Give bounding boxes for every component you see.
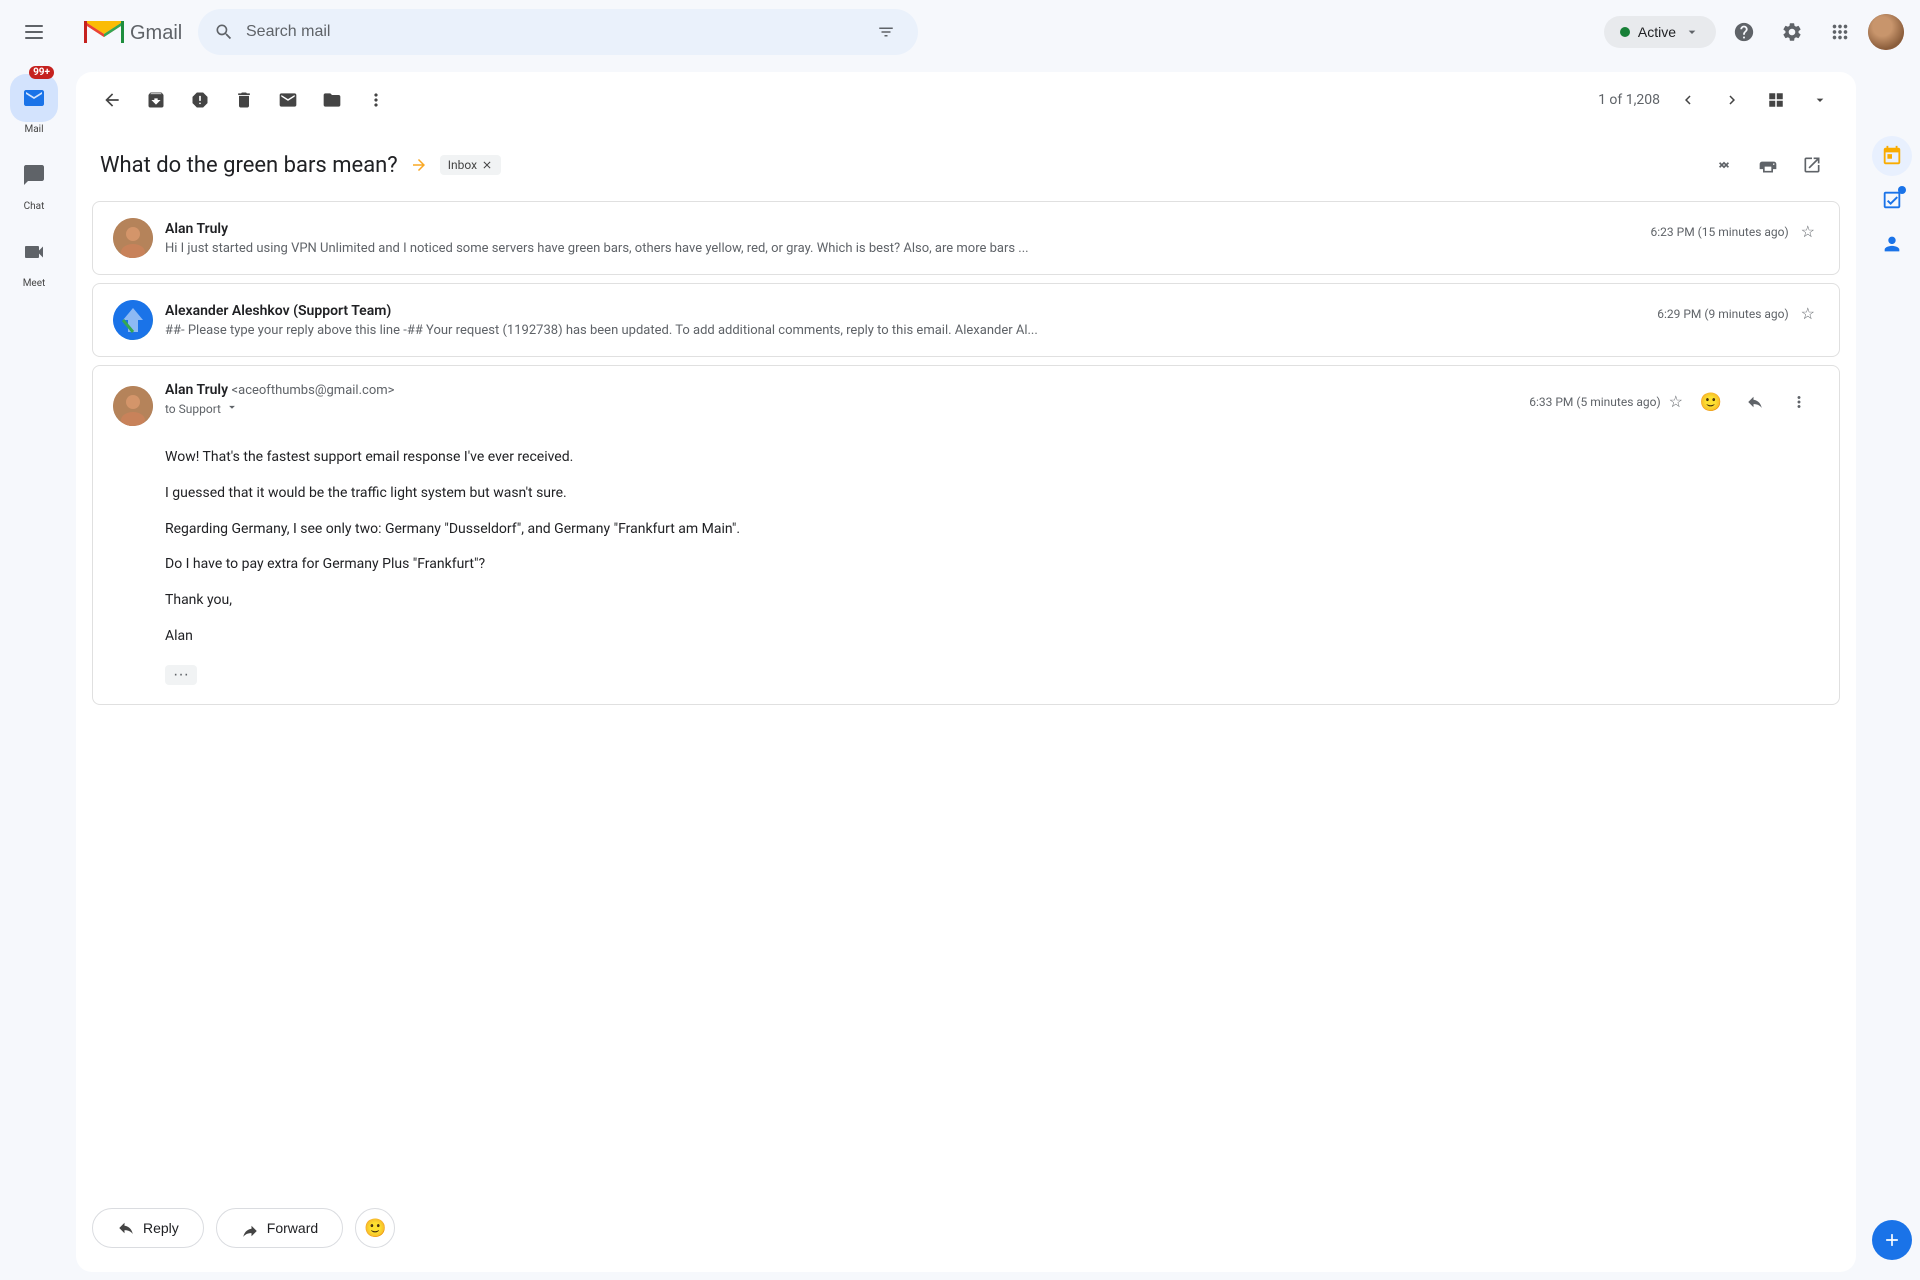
forward-button[interactable]: Forward (216, 1208, 343, 1248)
pagination-text: 1 of 1,208 (1598, 92, 1660, 108)
report-spam-button[interactable] (180, 80, 220, 120)
subject-area: What do the green bars mean? Inbox (76, 129, 1856, 193)
prev-email-button[interactable] (1668, 80, 1708, 120)
more-actions-button[interactable] (356, 80, 396, 120)
chat-label: Chat (24, 201, 45, 212)
star-button-3[interactable]: ☆ (1665, 388, 1687, 416)
email-message-1[interactable]: Alan Truly Hi I just started using VPN U… (92, 201, 1840, 275)
sender-email-3: <aceofthumbs@gmail.com> (232, 383, 395, 398)
body-paragraph-6: Alan (165, 625, 1819, 649)
sidebar-item-chat[interactable]: Chat (10, 145, 58, 218)
to-line: to Support (165, 400, 1517, 417)
search-bar[interactable] (198, 9, 918, 55)
help-button[interactable] (1724, 12, 1764, 52)
next-email-button[interactable] (1712, 80, 1752, 120)
email-body-3: Wow! That's the fastest support email re… (113, 446, 1819, 688)
email-time-area-1: 6:23 PM (15 minutes ago) ☆ (1651, 218, 1819, 246)
body-paragraph-3: Regarding Germany, I see only two: Germa… (165, 518, 1819, 542)
email-message-3: Alan Truly <aceofthumbs@gmail.com> to Su… (92, 365, 1840, 705)
mail-badge: 99+ (29, 66, 54, 79)
email-time-2: 6:29 PM (9 minutes ago) (1657, 307, 1788, 321)
body-paragraph-2: I guessed that it would be the traffic l… (165, 482, 1819, 506)
sender-avatar-3 (113, 386, 153, 426)
to-dropdown-button[interactable] (225, 400, 239, 417)
body-paragraph-1: Wow! That's the fastest support email re… (165, 446, 1819, 470)
sender-name-2: Alexander Aleshkov (Support Team) (165, 303, 391, 319)
reply-label: Reply (143, 1220, 179, 1236)
mark-unread-button[interactable] (268, 80, 308, 120)
more-options-button-3[interactable] (1779, 382, 1819, 422)
email-time-1: 6:23 PM (15 minutes ago) (1651, 225, 1789, 239)
email-toolbar: 1 of 1,208 (76, 72, 1856, 129)
tasks-badge (1898, 186, 1906, 194)
svg-text:Gmail: Gmail (130, 22, 182, 44)
sender-avatar-2 (113, 300, 153, 340)
reply-inline-button[interactable] (1735, 382, 1775, 422)
body-paragraph-5: Thank you, (165, 589, 1819, 613)
gmail-logo[interactable]: Gmail (84, 18, 182, 46)
open-in-new-button[interactable] (1792, 145, 1832, 185)
email-time-3: 6:33 PM (5 minutes ago) (1529, 395, 1660, 409)
sidebar-item-meet[interactable]: Meet (10, 222, 58, 295)
sidebar-item-mail[interactable]: 99+ Mail (10, 68, 58, 141)
email-meta-1: Alan Truly Hi I just started using VPN U… (165, 218, 1639, 256)
emoji-reaction-reply-button[interactable]: 🙂 (355, 1208, 395, 1248)
emoji-reaction-button[interactable]: 🙂 (1691, 382, 1731, 422)
email-preview-1: Hi I just started using VPN Unlimited an… (165, 241, 1065, 256)
header-right: Active (1604, 12, 1904, 52)
add-button[interactable] (1872, 1220, 1912, 1260)
hamburger-button[interactable] (10, 8, 58, 56)
left-rail: 99+ Mail Chat Meet (0, 0, 68, 1280)
mail-label: Mail (24, 124, 43, 135)
star-button-1[interactable]: ☆ (1797, 218, 1819, 246)
email-subject: What do the green bars mean? (100, 153, 398, 178)
user-avatar[interactable] (1868, 14, 1904, 50)
forward-label: Forward (267, 1220, 318, 1236)
top-header: Gmail Active (68, 0, 1920, 64)
apps-button[interactable] (1820, 12, 1860, 52)
active-label: Active (1638, 24, 1676, 40)
right-sidebar (1864, 64, 1920, 1280)
sender-name-1: Alan Truly (165, 221, 228, 237)
inbox-badge[interactable]: Inbox (440, 155, 501, 175)
tasks-icon-button[interactable] (1872, 180, 1912, 220)
star-button-2[interactable]: ☆ (1797, 300, 1819, 328)
settings-button[interactable] (1772, 12, 1812, 52)
calendar-icon-button[interactable] (1872, 136, 1912, 176)
view-dropdown-button[interactable] (1800, 80, 1840, 120)
back-button[interactable] (92, 80, 132, 120)
active-dot (1620, 27, 1630, 37)
meet-label: Meet (23, 278, 46, 289)
subject-arrow-icon (410, 156, 428, 174)
body-paragraph-4: Do I have to pay extra for Germany Plus … (165, 553, 1819, 577)
email-message-2[interactable]: Alexander Aleshkov (Support Team) ##- Pl… (92, 283, 1840, 357)
delete-button[interactable] (224, 80, 264, 120)
show-trimmed-content-button[interactable]: ··· (165, 665, 197, 685)
active-status-button[interactable]: Active (1604, 16, 1716, 48)
email-meta-2: Alexander Aleshkov (Support Team) ##- Pl… (165, 300, 1645, 338)
email-preview-2: ##- Please type your reply above this li… (165, 323, 1065, 338)
reply-button[interactable]: Reply (92, 1208, 204, 1248)
email-time-area-2: 6:29 PM (9 minutes ago) ☆ (1657, 300, 1819, 328)
expanded-header: Alan Truly <aceofthumbs@gmail.com> to Su… (113, 382, 1819, 426)
main-content: Gmail Active (68, 0, 1920, 1280)
up-down-nav-button[interactable] (1704, 145, 1744, 185)
contacts-icon-button[interactable] (1872, 224, 1912, 264)
archive-button[interactable] (136, 80, 176, 120)
sender-name-3: Alan Truly <aceofthumbs@gmail.com> (165, 382, 394, 398)
search-input[interactable] (246, 23, 858, 41)
inbox-label: Inbox (448, 158, 477, 172)
print-button[interactable] (1748, 145, 1788, 185)
content-row: 1 of 1,208 What do the green bars mean? (68, 64, 1920, 1280)
sender-avatar-1 (113, 218, 153, 258)
thread-container: Alan Truly Hi I just started using VPN U… (76, 193, 1856, 1184)
move-to-button[interactable] (312, 80, 352, 120)
reply-actions: Reply Forward 🙂 (76, 1184, 1856, 1272)
search-icon (214, 22, 234, 42)
view-toggle-button[interactable] (1756, 80, 1796, 120)
search-filter-button[interactable] (870, 16, 902, 48)
email-view: 1 of 1,208 What do the green bars mean? (76, 72, 1856, 1272)
